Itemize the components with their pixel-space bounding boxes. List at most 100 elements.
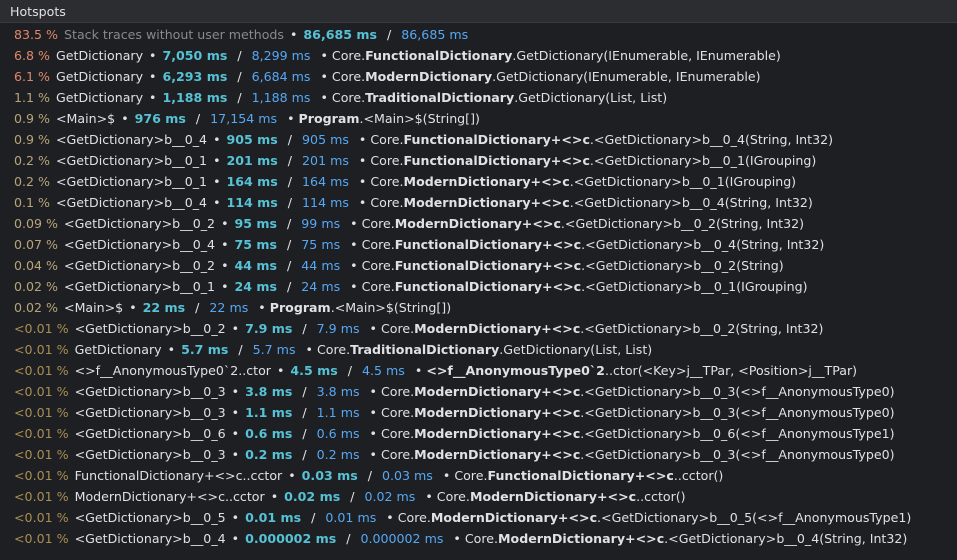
hotspot-row[interactable]: 0.2 % <GetDictionary>b__0_1 • 201 ms / 201 ms…	[0, 150, 957, 171]
slash-separator: /	[302, 447, 307, 462]
bullet-separator: •	[231, 447, 240, 462]
hotspot-percent: <0.01 %	[14, 489, 69, 504]
hotspot-percent: <0.01 %	[14, 531, 69, 546]
bullet-separator: •	[350, 237, 358, 252]
hotspot-row[interactable]: 0.02 % <GetDictionary>b__0_1 • 24 ms / 24 ms •…	[0, 276, 957, 297]
slash-separator: /	[346, 531, 351, 546]
hotspot-total-time: 1,188 ms	[251, 90, 311, 105]
hotspot-total-time: 86,685 ms	[401, 27, 469, 42]
hotspot-row[interactable]: 0.02 % <Main>$ • 22 ms / 22 ms • Program.<Main…	[0, 297, 957, 318]
hotspots-header: Hotspots	[0, 0, 957, 23]
slash-separator: /	[237, 90, 242, 105]
hotspot-row[interactable]: <0.01 % <GetDictionary>b__0_6 • 0.6 ms / 0.6 …	[0, 423, 957, 444]
hotspots-title: Hotspots	[10, 3, 66, 19]
hotspot-method-name: <GetDictionary>b__0_6	[74, 426, 226, 441]
location-class: ModernDictionary+<>c	[414, 426, 581, 441]
location-signature: .<GetDictionary>b__0_3(<>f__AnonymousTyp…	[580, 405, 895, 420]
slash-separator: /	[287, 195, 293, 210]
hotspot-percent: 0.1 %	[14, 195, 50, 210]
bullet-separator: •	[167, 342, 176, 357]
location-class: FunctionalDictionary+<>c	[394, 279, 582, 294]
hotspot-row[interactable]: <0.01 % GetDictionary • 5.7 ms / 5.7 ms • Core…	[0, 339, 957, 360]
hotspot-percent: <0.01 %	[14, 384, 69, 399]
hotspot-row[interactable]: 0.1 % <GetDictionary>b__0_4 • 114 ms / 114 ms…	[0, 192, 957, 213]
hotspot-method-name: <GetDictionary>b__0_4	[56, 132, 208, 147]
location-signature: .<GetDictionary>b__0_2(String, Int32)	[580, 321, 824, 336]
hotspot-method-name: <GetDictionary>b__0_1	[56, 174, 208, 189]
location-class: TraditionalDictionary	[365, 90, 515, 105]
bullet-separator: •	[305, 342, 313, 357]
location-class: Program	[269, 300, 331, 315]
slash-separator: /	[347, 363, 352, 378]
hotspot-total-time: 0.000002 ms	[360, 531, 444, 546]
hotspot-total-time: 201 ms	[302, 153, 349, 168]
hotspot-row[interactable]: <0.01 % <GetDictionary>b__0_4 • 0.000002 ms…	[0, 528, 957, 549]
hotspot-method-name: GetDictionary	[56, 69, 144, 84]
bullet-separator: •	[213, 132, 221, 147]
hotspot-percent: <0.01 %	[14, 447, 69, 462]
hotspot-own-time: 3.8 ms	[245, 384, 293, 399]
hotspot-row[interactable]: 6.8 % GetDictionary • 7,050 ms / 8,299 ms • Co…	[0, 45, 957, 66]
hotspot-own-time: 44 ms	[234, 258, 278, 273]
hotspot-row[interactable]: <0.01 % <GetDictionary>b__0_3 • 1.1 ms / 1.1 …	[0, 402, 957, 423]
hotspot-row[interactable]: <0.01 % <GetDictionary>b__0_3 • 0.2 ms / 0.2 …	[0, 444, 957, 465]
hotspot-row[interactable]: <0.01 % <GetDictionary>b__0_5 • 0.01 ms / 0.0…	[0, 507, 957, 528]
hotspot-row[interactable]: 0.09 % <GetDictionary>b__0_2 • 95 ms / 99 ms •…	[0, 213, 957, 234]
location-signature: ..cctor()	[673, 468, 724, 483]
location-signature: .<GetDictionary>b__0_1(IGrouping)	[569, 174, 797, 189]
hotspot-row[interactable]: 0.2 % <GetDictionary>b__0_1 • 164 ms / 164 ms…	[0, 171, 957, 192]
location-class: ModernDictionary	[365, 69, 493, 84]
location-class: ModernDictionary+<>c	[414, 384, 581, 399]
hotspot-row[interactable]: <0.01 % <GetDictionary>b__0_2 • 7.9 ms / 7.9 …	[0, 318, 957, 339]
hotspot-total-time: 164 ms	[302, 174, 349, 189]
hotspot-row[interactable]: <0.01 % <>f__AnonymousType0`2..ctor • 4.5 m…	[0, 360, 957, 381]
hotspot-own-time: 976 ms	[134, 111, 186, 126]
hotspot-total-time: 3.8 ms	[316, 384, 360, 399]
bullet-separator: •	[221, 237, 229, 252]
bullet-separator: •	[350, 279, 358, 294]
hotspot-own-time: 75 ms	[234, 237, 278, 252]
hotspot-row[interactable]: 83.5 % Stack traces without user methods •…	[0, 24, 957, 45]
location-class: FunctionalDictionary+<>c	[394, 237, 582, 252]
slash-separator: /	[302, 405, 307, 420]
hotspot-method-name: <Main>$	[56, 111, 116, 126]
hotspot-method-name: <GetDictionary>b__0_2	[64, 216, 216, 231]
hotspot-total-time: 44 ms	[301, 258, 341, 273]
location-namespace: Core.	[361, 258, 395, 273]
location-class: ModernDictionary+<>c	[403, 174, 570, 189]
hotspot-row[interactable]: 0.04 % <GetDictionary>b__0_2 • 44 ms / 44 ms •…	[0, 255, 957, 276]
location-namespace: Core.	[436, 489, 470, 504]
hotspot-row[interactable]: 1.1 % GetDictionary • 1,188 ms / 1,188 ms • Co…	[0, 87, 957, 108]
hotspots-list[interactable]: 83.5 % Stack traces without user methods •…	[0, 23, 957, 549]
bullet-separator: •	[287, 111, 295, 126]
location-class: FunctionalDictionary+<>c	[394, 258, 582, 273]
hotspot-row[interactable]: 0.9 % <Main>$ • 976 ms / 17,154 ms • Program.<…	[0, 108, 957, 129]
hotspot-method-name: <GetDictionary>b__0_3	[74, 384, 226, 399]
hotspot-method-name: FunctionalDictionary+<>c..cctor	[74, 468, 283, 483]
slash-separator: /	[367, 468, 372, 483]
hotspot-total-time: 7.9 ms	[316, 321, 360, 336]
slash-separator: /	[287, 279, 292, 294]
hotspot-row[interactable]: <0.01 % FunctionalDictionary+<>c..cctor • 0…	[0, 465, 957, 486]
location-class: <>f__AnonymousType0`2	[426, 363, 605, 378]
location-class: ModernDictionary+<>c	[498, 531, 665, 546]
hotspot-method-name: <GetDictionary>b__0_4	[64, 237, 216, 252]
bullet-separator: •	[289, 27, 298, 42]
hotspot-row[interactable]: <0.01 % ModernDictionary+<>c..cctor • 0.02 …	[0, 486, 957, 507]
hotspot-row[interactable]: 0.07 % <GetDictionary>b__0_4 • 75 ms / 75 ms •…	[0, 234, 957, 255]
bullet-separator: •	[369, 405, 377, 420]
hotspot-method-name: <GetDictionary>b__0_2	[74, 321, 226, 336]
hotspot-total-time: 0.2 ms	[316, 447, 360, 462]
location-namespace: Core.	[380, 426, 415, 441]
slash-separator: /	[287, 258, 292, 273]
hotspot-row[interactable]: <0.01 % <GetDictionary>b__0_3 • 3.8 ms / 3.8 …	[0, 381, 957, 402]
hotspot-percent: 0.02 %	[14, 279, 59, 294]
hotspot-own-time: 4.5 ms	[290, 363, 338, 378]
hotspot-row[interactable]: 6.1 % GetDictionary • 6,293 ms / 6,684 ms • Co…	[0, 66, 957, 87]
location-signature: .<GetDictionary>b__0_4(String, Int32)	[589, 132, 834, 147]
hotspot-own-time: 0.2 ms	[245, 447, 293, 462]
hotspot-row[interactable]: 0.9 % <GetDictionary>b__0_4 • 905 ms / 905 ms…	[0, 129, 957, 150]
slash-separator: /	[238, 342, 243, 357]
bullet-separator: •	[129, 300, 137, 315]
hotspot-method-name: <GetDictionary>b__0_4	[56, 195, 208, 210]
